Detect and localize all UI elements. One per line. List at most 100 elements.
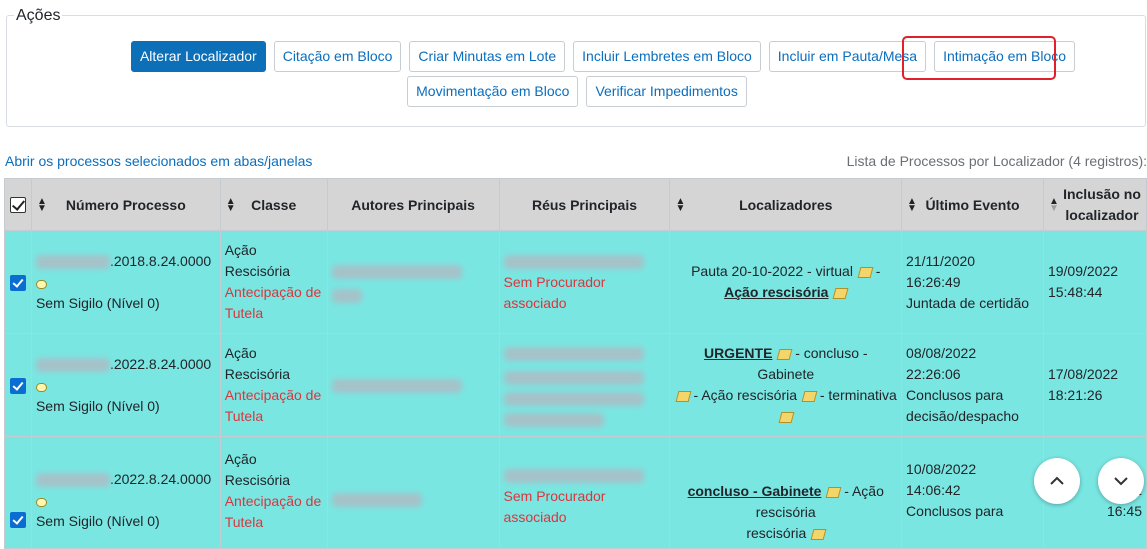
localizador-link[interactable]: Ação rescisória bbox=[724, 284, 828, 300]
localizador-text: - Ação rescisória bbox=[693, 387, 798, 403]
classe-extra-text: Antecipação de Tutela bbox=[224, 387, 322, 424]
row-select-cell bbox=[4, 230, 32, 334]
edit-note-icon[interactable] bbox=[857, 266, 874, 278]
movimentacao-em-bloco-button[interactable]: Movimentação em Bloco bbox=[407, 76, 579, 107]
redacted-text bbox=[331, 378, 462, 393]
inclusao-cell: 17/08/2022 18:21:26 bbox=[1042, 333, 1147, 437]
table-header-row: ▲ ▼ Número Processo ▲ ▼ Classe Autores Pri… bbox=[4, 178, 1147, 231]
evento-desc: Conclusos para bbox=[906, 503, 1004, 519]
edit-note-icon[interactable] bbox=[801, 390, 818, 402]
redacted-text bbox=[331, 493, 422, 508]
select-all-checkbox[interactable] bbox=[9, 197, 26, 214]
edit-note-icon[interactable] bbox=[825, 486, 842, 498]
reus-cell: Sem Procurador associado bbox=[498, 230, 671, 334]
evento-hora: 22:26:06 bbox=[906, 366, 961, 382]
evento-desc: Conclusos para decisão/despacho bbox=[906, 387, 1019, 424]
header-classe[interactable]: ▲ ▼ Classe bbox=[219, 178, 328, 231]
localizador-link[interactable]: concluso - Gabinete bbox=[688, 483, 822, 499]
evento-data: 08/08/2022 bbox=[906, 345, 977, 361]
table-row[interactable]: .2022.8.24.0000 Sem Sigilo (Nível 0) Açã… bbox=[4, 436, 1147, 549]
autores-cell bbox=[326, 436, 500, 549]
localizadores-cell: Pauta 20-10-2022 - virtual - Ação rescis… bbox=[669, 230, 903, 334]
speech-bubble-icon[interactable] bbox=[35, 498, 47, 508]
localizador-link[interactable]: URGENTE bbox=[704, 345, 772, 361]
header-numero-processo[interactable]: ▲ ▼ Número Processo bbox=[30, 178, 221, 231]
edit-note-icon[interactable] bbox=[776, 348, 793, 360]
evento-hora: 14:06:42 bbox=[906, 482, 961, 498]
classe-text: Ação Rescisória bbox=[224, 242, 291, 279]
inclusao-data: 17/08/2022 bbox=[1047, 366, 1119, 382]
scroll-up-button[interactable] bbox=[1034, 458, 1080, 504]
alterar-localizador-button[interactable]: Alterar Localizador bbox=[130, 41, 266, 72]
row-select-cell bbox=[4, 333, 32, 437]
row-select-cell bbox=[4, 436, 32, 549]
row-checkbox[interactable] bbox=[9, 512, 26, 529]
acoes-legend: Ações bbox=[14, 6, 63, 26]
numero-processo[interactable]: .2018.8.24.0000 bbox=[110, 253, 211, 269]
lista-caption: Lista de Processos por Localizador (4 re… bbox=[846, 153, 1147, 169]
reu-extra-text: Sem Procurador associado bbox=[503, 488, 606, 525]
classe-text: Ação Rescisória bbox=[224, 345, 291, 382]
intimacao-em-bloco-button[interactable]: Intimação em Bloco bbox=[934, 41, 1076, 72]
numero-processo-cell: .2018.8.24.0000 Sem Sigilo (Nível 0) bbox=[30, 230, 221, 334]
speech-bubble-icon[interactable] bbox=[35, 382, 47, 392]
table-row[interactable]: .2018.8.24.0000 Sem Sigilo (Nível 0) Açã… bbox=[4, 230, 1147, 334]
table-row[interactable]: .2022.8.24.0000 Sem Sigilo (Nível 0) Açã… bbox=[4, 333, 1147, 437]
verificar-impedimentos-button[interactable]: Verificar Impedimentos bbox=[586, 76, 747, 107]
sigilo-text: Sem Sigilo (Nível 0) bbox=[35, 294, 160, 311]
numero-processo[interactable]: .2022.8.24.0000 bbox=[110, 471, 211, 487]
redacted-text bbox=[35, 254, 110, 269]
row-checkbox[interactable] bbox=[9, 274, 26, 291]
edit-note-icon[interactable] bbox=[778, 411, 795, 423]
scroll-down-button[interactable] bbox=[1098, 458, 1144, 504]
localizador-text: Pauta 20-10-2022 - virtual bbox=[691, 263, 853, 279]
reus-cell: Sem Procurador associado bbox=[498, 436, 671, 549]
header-reus: Réus Principais bbox=[498, 178, 671, 231]
evento-data: 21/11/2020 bbox=[906, 252, 976, 269]
header-ultimo-evento[interactable]: ▲ ▼ Último Evento bbox=[901, 178, 1044, 231]
ultimo-evento-cell: 08/08/2022 22:26:06 Conclusos para decis… bbox=[901, 333, 1044, 437]
sort-icon: ▲ ▼ bbox=[36, 195, 47, 214]
localizador-text: - terminativa bbox=[819, 387, 897, 403]
citacao-em-bloco-button[interactable]: Citação em Bloco bbox=[273, 41, 402, 72]
redacted-text bbox=[503, 370, 644, 385]
row-checkbox[interactable] bbox=[9, 377, 26, 394]
redacted-text bbox=[331, 289, 362, 304]
sort-icon: ▲ ▼ bbox=[907, 195, 917, 214]
sort-icon: ▲ ▼ bbox=[675, 195, 686, 214]
header-inclusao[interactable]: ▲ ▼ Inclusão no localizador bbox=[1042, 178, 1147, 231]
classe-extra-text: Antecipação de Tutela bbox=[224, 284, 322, 321]
abrir-processos-link[interactable]: Abrir os processos selecionados em abas/… bbox=[5, 153, 312, 169]
edit-note-icon[interactable] bbox=[810, 528, 827, 540]
inclusao-hora: 15:48:44 bbox=[1047, 284, 1103, 300]
autores-cell bbox=[326, 230, 500, 334]
speech-bubble-icon[interactable] bbox=[35, 279, 47, 289]
redacted-text bbox=[503, 346, 644, 361]
classe-cell: Ação Rescisória Antecipação de Tutela bbox=[219, 333, 328, 437]
edit-note-icon[interactable] bbox=[832, 287, 849, 299]
incluir-lembretes-em-bloco-button[interactable]: Incluir Lembretes em Bloco bbox=[573, 41, 761, 72]
criar-minutas-em-lote-button[interactable]: Criar Minutas em Lote bbox=[409, 41, 566, 72]
numero-processo[interactable]: .2022.8.24.0000 bbox=[110, 356, 211, 372]
evento-data: 10/08/2022 bbox=[906, 461, 977, 477]
classe-extra-text: Antecipação de Tutela bbox=[224, 493, 322, 530]
redacted-text bbox=[35, 357, 110, 372]
redacted-text bbox=[503, 413, 604, 428]
edit-note-icon[interactable] bbox=[675, 390, 692, 402]
processos-table: ▲ ▼ Número Processo ▲ ▼ Classe Autores Pri… bbox=[4, 178, 1147, 549]
acoes-button-row-1: Alterar Localizador Citação em Bloco Cri… bbox=[7, 41, 1147, 72]
localizadores-cell: concluso - Gabinete - Ação rescisória re… bbox=[669, 436, 903, 549]
incluir-em-pauta-mesa-button[interactable]: Incluir em Pauta/Mesa bbox=[768, 41, 927, 72]
numero-processo-cell: .2022.8.24.0000 Sem Sigilo (Nível 0) bbox=[30, 436, 221, 549]
numero-processo-cell: .2022.8.24.0000 Sem Sigilo (Nível 0) bbox=[30, 333, 221, 437]
ultimo-evento-cell: 21/11/2020 16:26:49 Juntada de certidão bbox=[901, 230, 1044, 334]
inclusao-data: 19/09/2022 bbox=[1047, 263, 1119, 279]
sigilo-text: Sem Sigilo (Nível 0) bbox=[35, 397, 160, 414]
reu-extra-text: Sem Procurador associado bbox=[503, 273, 606, 311]
classe-cell: Ação Rescisória Antecipação de Tutela bbox=[219, 436, 328, 549]
redacted-text bbox=[503, 469, 644, 484]
acoes-panel: Alterar Localizador Citação em Bloco Cri… bbox=[6, 15, 1146, 127]
redacted-text bbox=[35, 473, 110, 488]
header-localizadores[interactable]: ▲ ▼ Localizadores bbox=[669, 178, 903, 231]
classe-cell: Ação Rescisória Antecipação de Tutela bbox=[219, 230, 328, 334]
